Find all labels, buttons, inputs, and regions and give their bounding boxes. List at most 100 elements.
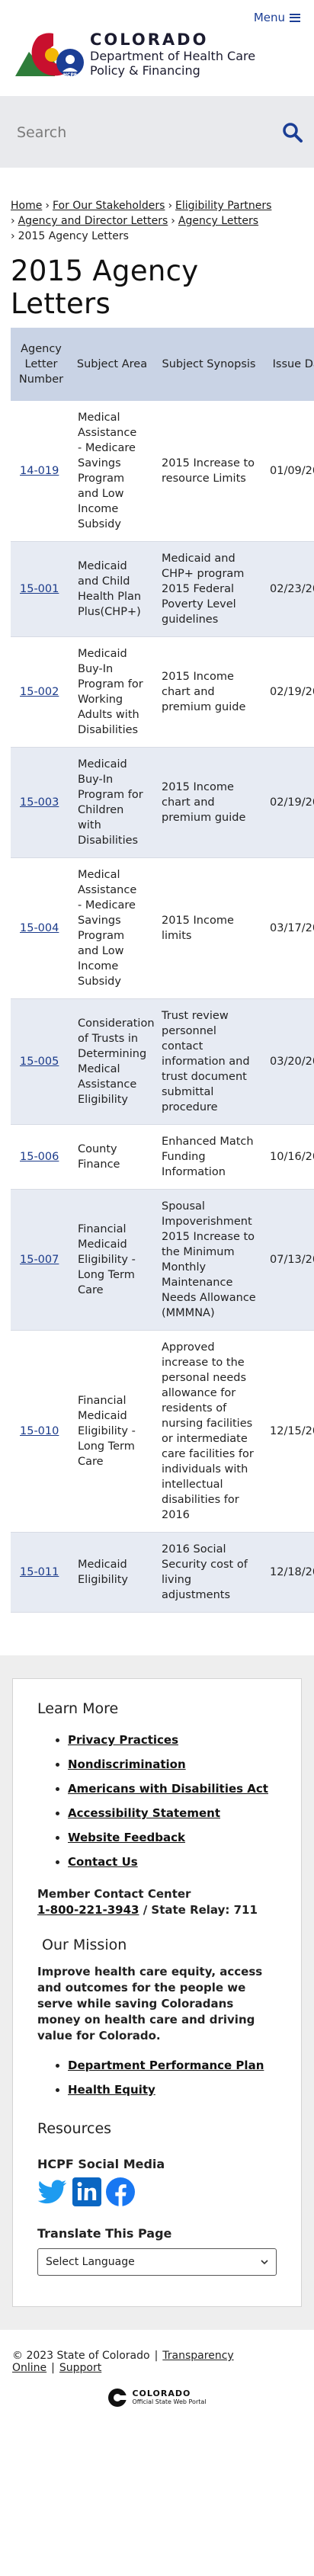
list-item: Health Equity xyxy=(68,2078,277,2102)
header-letter-number: Agency Letter Number xyxy=(11,328,72,401)
member-contact: Member Contact Center 1-800-221-3943 / S… xyxy=(37,1886,277,1918)
accessibility-statement-link[interactable]: Accessibility Statement xyxy=(68,1806,220,1820)
issue-date: 07/13/2015 xyxy=(265,1189,314,1331)
table-row: 15-004 Medical Assistance - Medicare Savi… xyxy=(11,857,314,999)
language-select[interactable]: Select Language xyxy=(37,2248,277,2276)
subject-area: Medicaid Buy-In Program for Working Adul… xyxy=(72,636,152,748)
support-link[interactable]: Support xyxy=(59,2362,101,2374)
subject-synopsis: 2015 Income chart and premium guide xyxy=(152,636,265,748)
search-icon[interactable] xyxy=(282,122,303,143)
list-item: Department Performance Plan xyxy=(68,2053,277,2078)
issue-date: 02/19/2015 xyxy=(265,636,314,748)
brand-title[interactable]: COLORADO Department of Health Care Polic… xyxy=(90,30,255,78)
letter-link[interactable]: 15-006 xyxy=(20,1151,59,1163)
table-row: 15-002 Medicaid Buy-In Program for Workin… xyxy=(11,636,314,748)
brand-dept-line2: Policy & Financing xyxy=(90,63,200,78)
menu-button[interactable]: Menu xyxy=(254,11,300,24)
language-select-value: Select Language xyxy=(46,2256,135,2268)
list-item: Contact Us xyxy=(68,1850,277,1874)
social-media-title: HCPF Social Media xyxy=(37,2157,165,2171)
state-portal-logo[interactable]: COLORADO Official State Web Portal xyxy=(12,2388,302,2408)
nondiscrimination-link[interactable]: Nondiscrimination xyxy=(68,1757,186,1771)
colorado-c-icon xyxy=(108,2389,127,2407)
member-phone-link[interactable]: 1-800-221-3943 xyxy=(37,1903,139,1917)
letter-link[interactable]: 14-019 xyxy=(20,465,59,477)
table-row: 15-007 Financial Medicaid Eligibility - L… xyxy=(11,1189,314,1331)
breadcrumb-home[interactable]: Home xyxy=(11,200,42,212)
facebook-icon[interactable] xyxy=(106,2177,135,2206)
letter-link[interactable]: 15-001 xyxy=(20,583,59,595)
letter-link[interactable]: 15-003 xyxy=(20,796,59,809)
menu-label: Menu xyxy=(253,11,285,24)
state-relay: / State Relay: 711 xyxy=(139,1903,258,1917)
letter-link[interactable]: 15-002 xyxy=(20,686,59,698)
issue-date: 02/19/2015 xyxy=(265,747,314,858)
mission-text: Improve health care equity, access and o… xyxy=(37,1965,263,2043)
letters-table-wrapper[interactable]: Agency Letter Number Subject Area Subjec… xyxy=(11,328,314,1613)
subject-area: Medical Assistance - Medicare Savings Pr… xyxy=(72,401,152,542)
search-bar xyxy=(0,96,314,168)
state-logo-sub: Official State Web Portal xyxy=(132,2398,207,2405)
social-links xyxy=(37,2177,277,2206)
contact-us-link[interactable]: Contact Us xyxy=(68,1855,138,1869)
subject-synopsis: Trust review personnel contact informati… xyxy=(152,998,265,1125)
site-header: Menu HCPF COLORADO Department of Health … xyxy=(0,0,314,85)
table-row: 15-011 Medicaid Eligibility 2016 Social Se… xyxy=(11,1532,314,1613)
letters-table: Agency Letter Number Subject Area Subjec… xyxy=(11,328,314,1613)
subject-synopsis: Spousal Impoverishment 2015 Increase to … xyxy=(152,1189,265,1331)
logo-badge-text: HCPF xyxy=(63,72,77,78)
breadcrumb-stakeholders[interactable]: For Our Stakeholders xyxy=(53,200,165,212)
issue-date: 03/20/2015 xyxy=(265,998,314,1125)
issue-date: 12/15/2015 xyxy=(265,1330,314,1533)
hamburger-icon xyxy=(290,13,300,22)
translate-title: Translate This Page xyxy=(37,2226,172,2241)
table-row: 15-010 Financial Medicaid Eligibility - L… xyxy=(11,1330,314,1533)
table-header-row: Agency Letter Number Subject Area Subjec… xyxy=(11,328,314,401)
privacy-practices-link[interactable]: Privacy Practices xyxy=(68,1733,178,1747)
footer-panel: Learn More Privacy Practices Nondiscrimi… xyxy=(12,1678,302,2307)
subject-synopsis: Medicaid and CHP+ program 2015 Federal P… xyxy=(152,541,265,637)
issue-date: 10/16/2015 xyxy=(265,1124,314,1190)
letter-link[interactable]: 15-004 xyxy=(20,922,59,934)
subject-area: County Finance xyxy=(72,1124,152,1190)
subject-synopsis: Approved increase to the personal needs … xyxy=(152,1330,265,1533)
state-logo-text: COLORADO Official State Web Portal xyxy=(132,2388,207,2406)
hcpf-logo[interactable]: HCPF xyxy=(15,32,91,79)
subject-synopsis: 2015 Income limits xyxy=(152,857,265,999)
breadcrumb-current: 2015 Agency Letters xyxy=(18,230,129,242)
ada-link[interactable]: Americans with Disabilities Act xyxy=(68,1782,268,1796)
issue-date: 01/09/2015 xyxy=(265,401,314,542)
twitter-icon[interactable] xyxy=(37,2179,68,2205)
subject-area: Medical Assistance - Medicare Savings Pr… xyxy=(72,857,152,999)
letter-link[interactable]: 15-005 xyxy=(20,1056,59,1068)
learn-more-list: Privacy Practices Nondiscrimination Amer… xyxy=(37,1728,277,1874)
state-logo-name: COLORADO xyxy=(132,2388,191,2398)
table-row: 15-005 Consideration of Trusts in Determi… xyxy=(11,998,314,1125)
brand-dept-line1: Department of Health Care xyxy=(90,49,256,63)
breadcrumb-agency[interactable]: Agency Letters xyxy=(178,215,258,227)
letter-link[interactable]: 15-010 xyxy=(20,1425,59,1437)
header-subject-synopsis: Subject Synopsis xyxy=(152,328,265,401)
page-title: 2015 Agency Letters xyxy=(11,255,199,320)
subject-area: Medicaid Buy-In Program for Children wit… xyxy=(72,747,152,858)
letter-link[interactable]: 15-007 xyxy=(20,1254,59,1266)
subject-area: Consideration of Trusts in Determining M… xyxy=(72,998,155,1125)
table-row: 15-001 Medicaid and Child Health Plan Plu… xyxy=(11,541,314,637)
breadcrumb-agency-director[interactable]: Agency and Director Letters xyxy=(18,215,168,227)
linkedin-icon[interactable] xyxy=(72,2177,101,2206)
site-footer: Learn More Privacy Practices Nondiscrimi… xyxy=(0,1655,314,2330)
chevron-down-icon xyxy=(261,2260,268,2265)
issue-date: 12/18/2015 xyxy=(265,1532,314,1613)
breadcrumb-eligibility[interactable]: Eligibility Partners xyxy=(175,200,271,212)
learn-more-title: Learn More xyxy=(37,1700,119,1717)
performance-plan-link[interactable]: Department Performance Plan xyxy=(68,2059,264,2072)
letter-link[interactable]: 15-011 xyxy=(20,1566,59,1578)
search-input[interactable] xyxy=(17,120,268,145)
chevron-right-icon: › xyxy=(11,215,15,227)
subject-area: Financial Medicaid Eligibility - Long Te… xyxy=(72,1330,152,1533)
website-feedback-link[interactable]: Website Feedback xyxy=(68,1831,185,1844)
list-item: Americans with Disabilities Act xyxy=(68,1777,277,1801)
list-item: Accessibility Statement xyxy=(68,1801,277,1825)
health-equity-link[interactable]: Health Equity xyxy=(68,2083,155,2097)
divider: | xyxy=(51,2362,55,2374)
